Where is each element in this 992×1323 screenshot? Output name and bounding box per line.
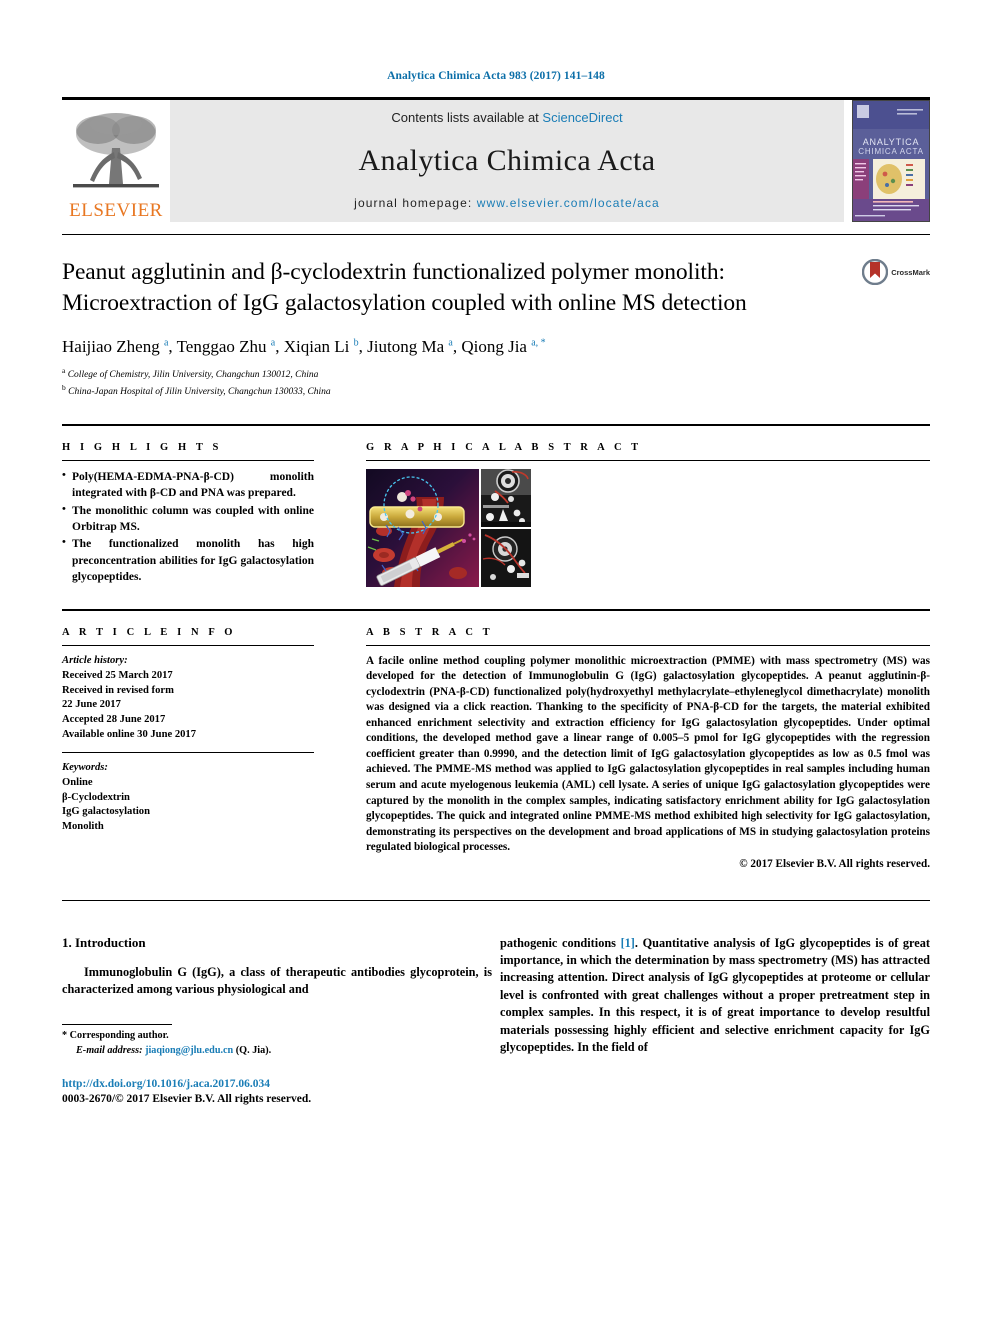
journal-title: Analytica Chimica Acta [358,143,656,177]
blood-vessel-monolith-illustration[interactable] [366,468,479,587]
masthead-center: Contents lists available at ScienceDirec… [170,100,844,222]
crossmark-badge[interactable]: CrossMark [862,259,930,285]
sciencedirect-link[interactable]: ScienceDirect [542,110,622,125]
keywords-block: Keywords: Online β-Cyclodextrin IgG gala… [62,761,314,835]
articleinfo-abstract-row: A R T I C L E I N F O Article history: R… [62,611,930,870]
body-columns: 1. Introduction Immunoglobulin G (IgG), … [62,935,930,1105]
title-block: Peanut agglutinin and β-cyclodextrin fun… [62,257,930,400]
list-item: The functionalized monolith has high pre… [62,535,314,585]
ga-illustration-art [366,468,479,587]
affiliation-list: a College of Chemistry, Jilin University… [62,366,930,400]
elsevier-wordmark: ELSEVIER [69,200,163,221]
article-info-heading: A R T I C L E I N F O [62,626,237,638]
intro-text-before-ref: pathogenic conditions [500,935,621,950]
corresponding-label: Corresponding author. [69,1030,169,1042]
elsevier-logo[interactable]: ELSEVIER [62,100,170,222]
intro-paragraph-col1: Immunoglobulin G (IgG), a class of thera… [62,964,492,997]
article-history-item: Received 25 March 2017 [62,669,173,681]
body-column-gap [492,935,500,1105]
instrument-photo-bottom-art [481,528,531,587]
article-history-item: Accepted 28 June 2017 [62,714,166,726]
corresponding-author-note: * Corresponding author. [62,1029,492,1044]
running-head: Analytica Chimica Acta 983 (2017) 141–14… [387,70,605,82]
body-column-left: 1. Introduction Immunoglobulin G (IgG), … [62,935,492,1105]
journal-cover-thumbnail[interactable]: ANALYTICA CHIMICA ACTA [852,100,930,222]
keywords-divider [62,751,314,753]
elsevier-tree-icon [73,113,159,188]
affiliation-a: a College of Chemistry, Jilin University… [62,366,930,383]
abstract-column: A B S T R A C T A facile online method c… [366,611,930,870]
instrument-photo-bottom[interactable] [481,528,531,587]
instrument-photo-top[interactable] [481,468,531,527]
highlights-ga-row: H I G H L I G H T S Poly(HEMA-EDMA-PNA-β… [62,426,930,587]
journal-masthead: ELSEVIER Contents lists available at Sci… [62,100,930,222]
column-gap [314,611,366,870]
highlights-column: H I G H L I G H T S Poly(HEMA-EDMA-PNA-β… [62,426,314,587]
abstract-rule [366,644,930,646]
email-label: E-mail address: [76,1045,143,1057]
page-title: Peanut agglutinin and β-cyclodextrin fun… [62,259,747,317]
article-history: Article history: Received 25 March 2017 … [62,654,314,743]
article-history-item: Received in revised form [62,684,174,696]
crossmark-label: CrossMark [891,267,930,277]
doi-link[interactable]: http://dx.doi.org/10.1016/j.aca.2017.06.… [62,1078,270,1090]
affiliation-marker-a: a [62,366,66,376]
crossmark-icon [862,259,889,285]
keyword-item: Online [62,776,93,788]
affiliation-marker-b: b [62,382,66,392]
graphical-abstract-column: G R A P H I C A L A B S T R A C T [366,426,930,587]
svg-text:ANALYTICA: ANALYTICA [863,137,920,147]
footnote-rule [62,1024,172,1026]
email-suffix: (Q. Jia). [235,1045,272,1057]
issn-copyright-line: 0003-2670/© 2017 Elsevier B.V. All right… [62,1093,312,1106]
svg-text:CHIMICA ACTA: CHIMICA ACTA [858,147,923,156]
doi-block: http://dx.doi.org/10.1016/j.aca.2017.06.… [62,1074,492,1105]
affiliation-text-b: China-Japan Hospital of Jilin University… [68,387,331,398]
highlights-list: Poly(HEMA-EDMA-PNA-β-CD) monolith integr… [62,468,314,585]
graphical-abstract-rule [366,459,930,461]
section-heading-introduction: 1. Introduction [62,934,146,950]
article-history-item: Available online 30 June 2017 [62,729,197,741]
intro-paragraph-col2: pathogenic conditions [1]. Quantitative … [500,935,930,1057]
homepage-prefix: journal homepage: [354,196,477,210]
footnote-block: * Corresponding author. E-mail address: … [62,1024,492,1059]
abstract-heading: A B S T R A C T [366,626,494,638]
email-note: E-mail address: jiaqiong@jlu.edu.cn (Q. … [62,1044,492,1059]
keyword-item: β-Cyclodextrin [62,791,130,803]
instrument-photo-top-art [481,468,531,527]
author-list: Haijiao Zheng a, Tenggao Zhu a, Xiqian L… [62,337,546,357]
abstract-text: A facile online method coupling polymer … [366,654,930,854]
contents-prefix: Contents lists available at [391,110,543,125]
citation-ref-1[interactable]: [1] [621,936,635,950]
affiliation-b: b China-Japan Hospital of Jilin Universi… [62,383,930,400]
article-history-label: Article history: [62,654,128,666]
journal-cover-art: ANALYTICA CHIMICA ACTA [853,101,929,221]
intro-text-after-ref: . Quantitative analysis of IgG glycopept… [500,935,930,1055]
graphical-abstract-images [366,468,930,587]
article-info-rule [62,644,314,646]
article-history-item: 22 June 2017 [62,699,121,711]
corresponding-marker: * [62,1030,68,1042]
graphical-abstract-heading: G R A P H I C A L A B S T R A C T [366,441,642,453]
journal-homepage-line: journal homepage: www.elsevier.com/locat… [354,196,660,210]
keyword-item: IgG galactosylation [62,806,150,818]
highlights-rule [62,459,314,461]
column-gap [314,426,366,587]
keywords-label: Keywords: [62,761,108,773]
contents-available-line: Contents lists available at ScienceDirec… [391,110,622,125]
article-info-column: A R T I C L E I N F O Article history: R… [62,611,314,870]
email-link[interactable]: jiaqiong@jlu.edu.cn [145,1045,233,1056]
journal-article-page: Analytica Chimica Acta 983 (2017) 141–14… [0,0,992,1323]
graphical-abstract-side-images [481,468,531,587]
affiliation-text-a: College of Chemistry, Jilin University, … [67,370,319,381]
keyword-item: Monolith [62,821,104,833]
list-item: The monolithic column was coupled with o… [62,502,314,536]
body-column-right: pathogenic conditions [1]. Quantitative … [500,935,930,1105]
highlights-heading: H I G H L I G H T S [62,441,222,453]
list-item: Poly(HEMA-EDMA-PNA-β-CD) monolith integr… [62,468,314,502]
title-top-rule [62,234,930,235]
abstract-copyright: © 2017 Elsevier B.V. All rights reserved… [739,857,930,870]
journal-homepage-link[interactable]: www.elsevier.com/locate/aca [477,196,660,210]
